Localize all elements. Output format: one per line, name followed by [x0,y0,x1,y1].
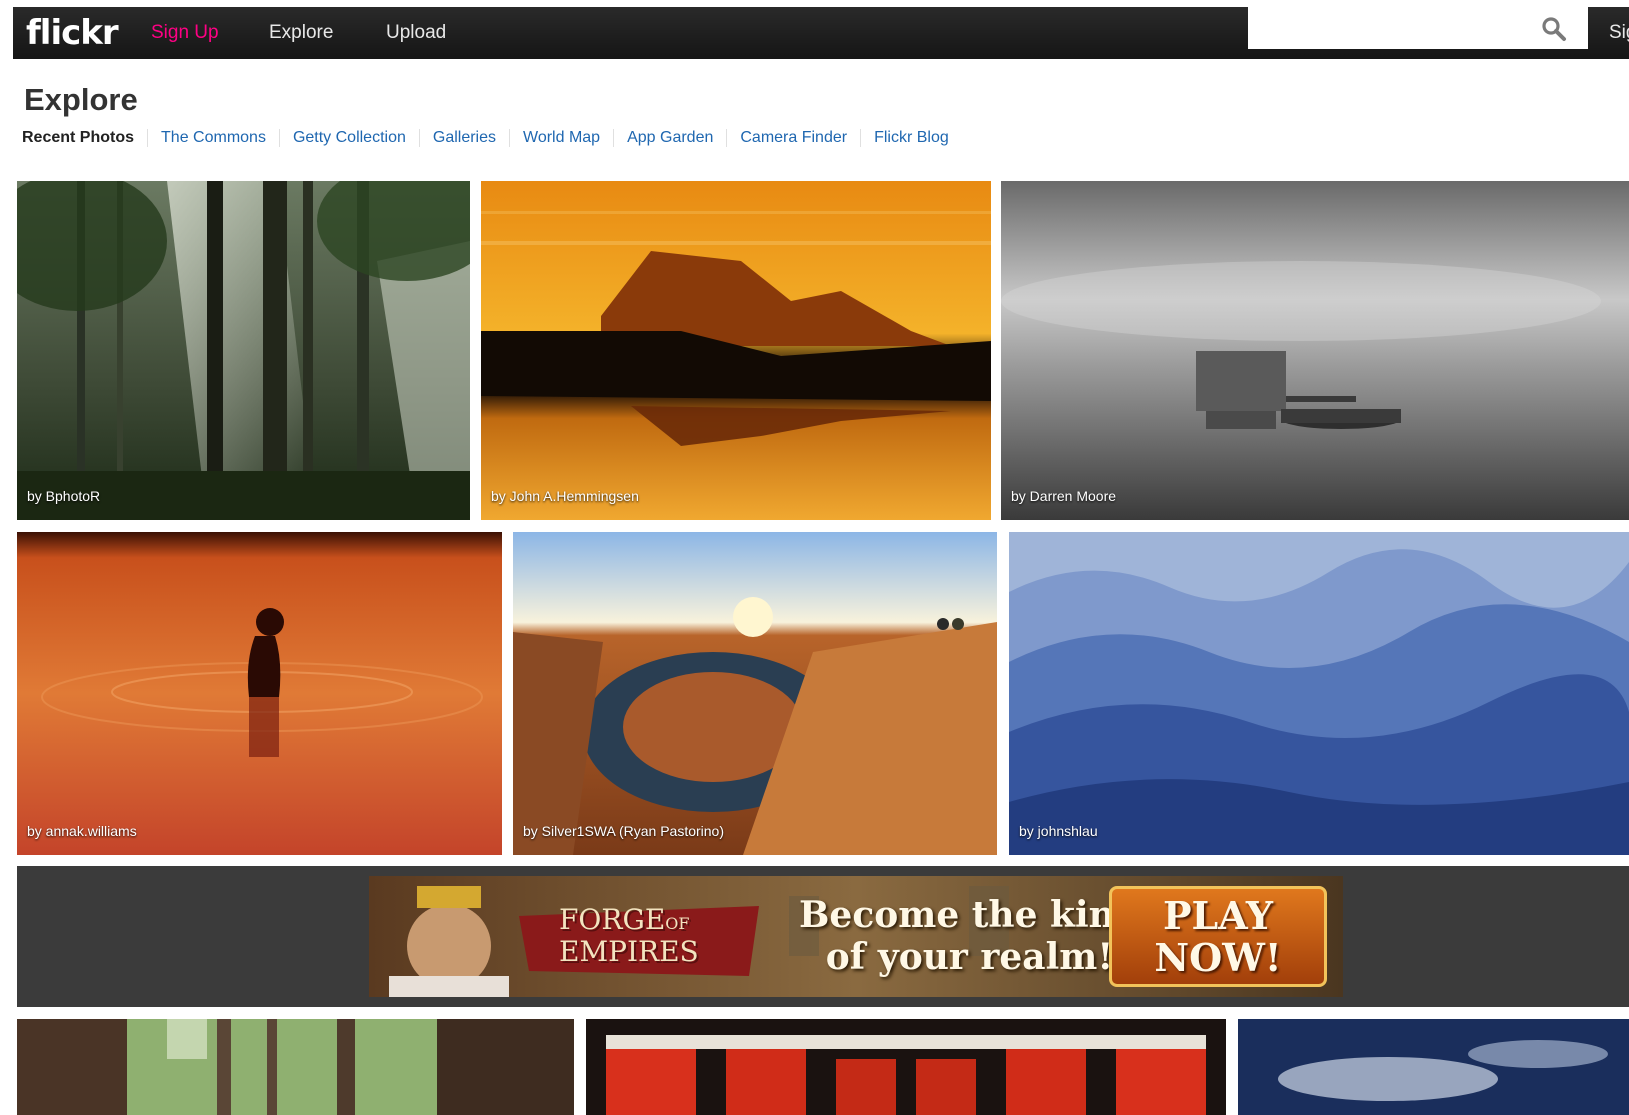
photo-caption[interactable]: by BphotoR [27,488,100,504]
photo-red-interior[interactable] [586,1019,1226,1115]
subnav-app-garden[interactable]: App Garden [613,129,726,147]
subnav-camera-finder[interactable]: Camera Finder [726,129,860,147]
photo-bw-water-structure[interactable]: by Darren Moore [1001,181,1629,520]
forest-image [17,181,470,520]
upload-link[interactable]: Upload [386,22,446,44]
forge-of-empires-ad[interactable]: FORGEOF EMPIRES Become the king of your r… [369,876,1343,997]
bw-structure-image [1001,181,1629,520]
photo-caption[interactable]: by John A.Hemmingsen [491,488,639,504]
photo-horseshoe-bend[interactable]: by Silver1SWA (Ryan Pastorino) [513,532,997,855]
subnav-galleries[interactable]: Galleries [418,129,509,147]
ad-tagline: Become the king of your realm! [799,894,1140,978]
woman-water-image [17,532,502,855]
photo-sunset-mountain[interactable]: by John A.Hemmingsen [481,181,991,520]
search-icon[interactable] [1541,16,1567,42]
photo-blue-mountains[interactable]: by johnshlau [1009,532,1629,855]
subnav-getty-collection[interactable]: Getty Collection [278,129,419,147]
search-input[interactable] [1248,7,1588,49]
photo-forest-light[interactable]: by BphotoR [17,181,470,520]
explore-link[interactable]: Explore [269,22,333,44]
red-interior-image [586,1019,1226,1115]
photo-redwood-forest[interactable] [17,1019,574,1115]
canyon-image [513,532,997,855]
top-bar: flickr Sign Up Explore Upload Sig [13,7,1629,59]
ad-game-logo: FORGEOF EMPIRES [559,903,699,968]
flickr-logo[interactable]: flickr [26,13,119,53]
mountains-image [1009,532,1629,855]
subnav-the-commons[interactable]: The Commons [147,129,279,147]
subnav-flickr-blog[interactable]: Flickr Blog [860,129,962,147]
play-now-button[interactable]: PLAY NOW! [1109,886,1327,987]
photo-woman-in-water[interactable]: by annak.williams [17,532,502,855]
ad-strip: FORGEOF EMPIRES Become the king of your r… [17,866,1629,1007]
photo-caption[interactable]: by annak.williams [27,823,137,839]
sky-image [1238,1019,1629,1115]
subnav-world-map[interactable]: World Map [509,129,613,147]
photo-sky-clouds[interactable] [1238,1019,1629,1115]
redwood-image [17,1019,574,1115]
subnav-recent-photos: Recent Photos [22,129,135,146]
sign-in-link[interactable]: Sig [1609,22,1629,44]
photo-caption[interactable]: by Silver1SWA (Ryan Pastorino) [523,823,724,839]
photo-caption[interactable]: by Darren Moore [1011,488,1116,504]
photo-caption[interactable]: by johnshlau [1019,823,1098,839]
sunset-image [481,181,991,520]
explore-subnav: Recent Photos The Commons Getty Collecti… [22,126,962,150]
sign-up-link[interactable]: Sign Up [151,22,219,44]
page-title: Explore [24,82,138,117]
